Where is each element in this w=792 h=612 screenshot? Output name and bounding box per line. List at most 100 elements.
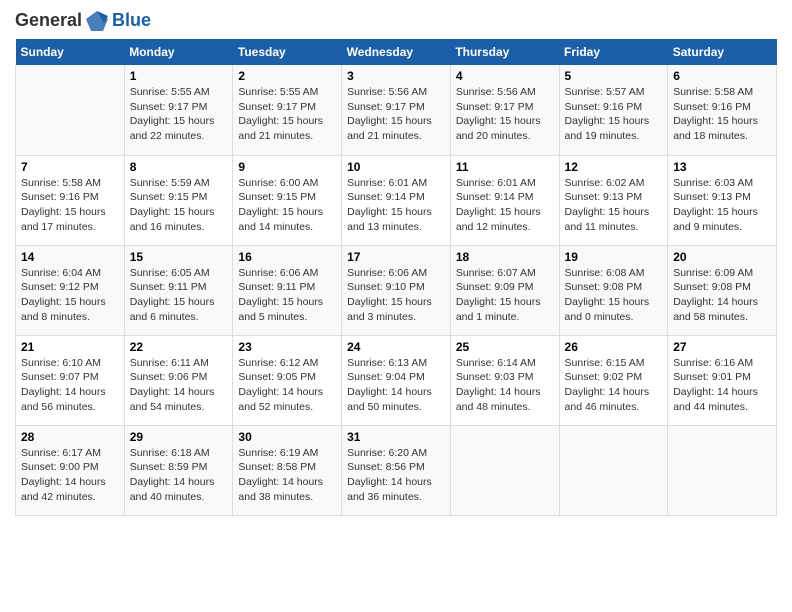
day-number: 1	[130, 69, 228, 83]
calendar-cell: 27Sunrise: 6:16 AM Sunset: 9:01 PM Dayli…	[668, 335, 777, 425]
day-number: 10	[347, 160, 445, 174]
day-number: 18	[456, 250, 554, 264]
calendar-cell: 25Sunrise: 6:14 AM Sunset: 9:03 PM Dayli…	[450, 335, 559, 425]
calendar-cell: 11Sunrise: 6:01 AM Sunset: 9:14 PM Dayli…	[450, 155, 559, 245]
day-info: Sunrise: 6:04 AM Sunset: 9:12 PM Dayligh…	[21, 266, 119, 325]
day-number: 12	[565, 160, 663, 174]
day-info: Sunrise: 6:05 AM Sunset: 9:11 PM Dayligh…	[130, 266, 228, 325]
calendar-cell: 7 Sunrise: 5:58 AM Sunset: 9:16 PM Daylig…	[16, 155, 125, 245]
calendar-table: SundayMondayTuesdayWednesdayThursdayFrid…	[15, 39, 777, 516]
day-info: Sunrise: 5:57 AM Sunset: 9:16 PM Dayligh…	[565, 85, 663, 144]
day-number: 7	[21, 160, 119, 174]
day-info: Sunrise: 6:20 AM Sunset: 8:56 PM Dayligh…	[347, 446, 445, 505]
day-info: Sunrise: 6:02 AM Sunset: 9:13 PM Dayligh…	[565, 176, 663, 235]
day-number: 2	[238, 69, 336, 83]
calendar-cell: 21 Sunrise: 6:10 AM Sunset: 9:07 PM Dayli…	[16, 335, 125, 425]
calendar-header-row: SundayMondayTuesdayWednesdayThursdayFrid…	[16, 39, 777, 65]
day-info: Sunrise: 6:13 AM Sunset: 9:04 PM Dayligh…	[347, 356, 445, 415]
calendar-cell	[16, 65, 125, 155]
calendar-header-monday: Monday	[124, 39, 233, 65]
calendar-cell: 31 Sunrise: 6:20 AM Sunset: 8:56 PM Dayli…	[342, 425, 451, 515]
calendar-cell	[559, 425, 668, 515]
calendar-cell: 8 Sunrise: 5:59 AM Sunset: 9:15 PM Daylig…	[124, 155, 233, 245]
calendar-cell: 22 Sunrise: 6:11 AM Sunset: 9:06 PM Dayli…	[124, 335, 233, 425]
calendar-cell: 28 Sunrise: 6:17 AM Sunset: 9:00 PM Dayli…	[16, 425, 125, 515]
calendar-week-row: 1 Sunrise: 5:55 AM Sunset: 9:17 PM Daylig…	[16, 65, 777, 155]
day-number: 31	[347, 430, 445, 444]
day-number: 4	[456, 69, 554, 83]
page-container: General Blue SundayMondayTuesdayWednesda…	[0, 0, 792, 526]
day-info: Sunrise: 5:58 AM Sunset: 9:16 PM Dayligh…	[21, 176, 119, 235]
day-info: Sunrise: 6:14 AM Sunset: 9:03 PM Dayligh…	[456, 356, 554, 415]
day-number: 9	[238, 160, 336, 174]
day-number: 13	[673, 160, 771, 174]
calendar-header-tuesday: Tuesday	[233, 39, 342, 65]
day-info: Sunrise: 6:00 AM Sunset: 9:15 PM Dayligh…	[238, 176, 336, 235]
calendar-cell: 12 Sunrise: 6:02 AM Sunset: 9:13 PM Dayli…	[559, 155, 668, 245]
logo-bird-icon	[86, 11, 108, 31]
day-info: Sunrise: 6:11 AM Sunset: 9:06 PM Dayligh…	[130, 356, 228, 415]
day-info: Sunrise: 5:59 AM Sunset: 9:15 PM Dayligh…	[130, 176, 228, 235]
calendar-week-row: 21 Sunrise: 6:10 AM Sunset: 9:07 PM Dayli…	[16, 335, 777, 425]
day-info: Sunrise: 5:55 AM Sunset: 9:17 PM Dayligh…	[130, 85, 228, 144]
calendar-week-row: 7 Sunrise: 5:58 AM Sunset: 9:16 PM Daylig…	[16, 155, 777, 245]
calendar-cell: 1 Sunrise: 5:55 AM Sunset: 9:17 PM Daylig…	[124, 65, 233, 155]
calendar-header-saturday: Saturday	[668, 39, 777, 65]
calendar-week-row: 28 Sunrise: 6:17 AM Sunset: 9:00 PM Dayli…	[16, 425, 777, 515]
day-info: Sunrise: 5:56 AM Sunset: 9:17 PM Dayligh…	[347, 85, 445, 144]
logo-blue: Blue	[112, 10, 151, 31]
day-number: 23	[238, 340, 336, 354]
day-info: Sunrise: 6:17 AM Sunset: 9:00 PM Dayligh…	[21, 446, 119, 505]
day-number: 28	[21, 430, 119, 444]
calendar-week-row: 14 Sunrise: 6:04 AM Sunset: 9:12 PM Dayli…	[16, 245, 777, 335]
calendar-cell: 4 Sunrise: 5:56 AM Sunset: 9:17 PM Daylig…	[450, 65, 559, 155]
calendar-cell: 16 Sunrise: 6:06 AM Sunset: 9:11 PM Dayli…	[233, 245, 342, 335]
day-number: 16	[238, 250, 336, 264]
day-info: Sunrise: 6:01 AM Sunset: 9:14 PM Dayligh…	[347, 176, 445, 235]
logo: General Blue	[15, 10, 151, 31]
day-info: Sunrise: 6:06 AM Sunset: 9:10 PM Dayligh…	[347, 266, 445, 325]
calendar-header-sunday: Sunday	[16, 39, 125, 65]
day-number: 3	[347, 69, 445, 83]
day-number: 14	[21, 250, 119, 264]
day-info: Sunrise: 6:06 AM Sunset: 9:11 PM Dayligh…	[238, 266, 336, 325]
header: General Blue	[15, 10, 777, 31]
day-number: 15	[130, 250, 228, 264]
calendar-cell	[668, 425, 777, 515]
calendar-cell: 14 Sunrise: 6:04 AM Sunset: 9:12 PM Dayli…	[16, 245, 125, 335]
day-number: 21	[21, 340, 119, 354]
day-number: 8	[130, 160, 228, 174]
day-info: Sunrise: 6:07 AM Sunset: 9:09 PM Dayligh…	[456, 266, 554, 325]
day-number: 22	[130, 340, 228, 354]
day-info: Sunrise: 5:56 AM Sunset: 9:17 PM Dayligh…	[456, 85, 554, 144]
day-number: 6	[673, 69, 771, 83]
calendar-cell: 24 Sunrise: 6:13 AM Sunset: 9:04 PM Dayli…	[342, 335, 451, 425]
calendar-cell: 30 Sunrise: 6:19 AM Sunset: 8:58 PM Dayli…	[233, 425, 342, 515]
calendar-header-friday: Friday	[559, 39, 668, 65]
logo-general: General	[15, 10, 82, 31]
calendar-cell: 5 Sunrise: 5:57 AM Sunset: 9:16 PM Daylig…	[559, 65, 668, 155]
day-info: Sunrise: 6:19 AM Sunset: 8:58 PM Dayligh…	[238, 446, 336, 505]
calendar-cell: 10 Sunrise: 6:01 AM Sunset: 9:14 PM Dayli…	[342, 155, 451, 245]
day-info: Sunrise: 6:18 AM Sunset: 8:59 PM Dayligh…	[130, 446, 228, 505]
calendar-cell: 17 Sunrise: 6:06 AM Sunset: 9:10 PM Dayli…	[342, 245, 451, 335]
day-info: Sunrise: 6:10 AM Sunset: 9:07 PM Dayligh…	[21, 356, 119, 415]
day-info: Sunrise: 6:03 AM Sunset: 9:13 PM Dayligh…	[673, 176, 771, 235]
day-info: Sunrise: 5:55 AM Sunset: 9:17 PM Dayligh…	[238, 85, 336, 144]
calendar-header-wednesday: Wednesday	[342, 39, 451, 65]
day-info: Sunrise: 6:12 AM Sunset: 9:05 PM Dayligh…	[238, 356, 336, 415]
day-number: 26	[565, 340, 663, 354]
day-number: 5	[565, 69, 663, 83]
calendar-cell: 3 Sunrise: 5:56 AM Sunset: 9:17 PM Daylig…	[342, 65, 451, 155]
calendar-cell: 19Sunrise: 6:08 AM Sunset: 9:08 PM Dayli…	[559, 245, 668, 335]
day-number: 20	[673, 250, 771, 264]
calendar-header-thursday: Thursday	[450, 39, 559, 65]
day-number: 30	[238, 430, 336, 444]
calendar-cell: 26Sunrise: 6:15 AM Sunset: 9:02 PM Dayli…	[559, 335, 668, 425]
calendar-cell: 9 Sunrise: 6:00 AM Sunset: 9:15 PM Daylig…	[233, 155, 342, 245]
day-number: 11	[456, 160, 554, 174]
day-info: Sunrise: 5:58 AM Sunset: 9:16 PM Dayligh…	[673, 85, 771, 144]
calendar-cell: 23 Sunrise: 6:12 AM Sunset: 9:05 PM Dayli…	[233, 335, 342, 425]
day-number: 17	[347, 250, 445, 264]
day-number: 24	[347, 340, 445, 354]
